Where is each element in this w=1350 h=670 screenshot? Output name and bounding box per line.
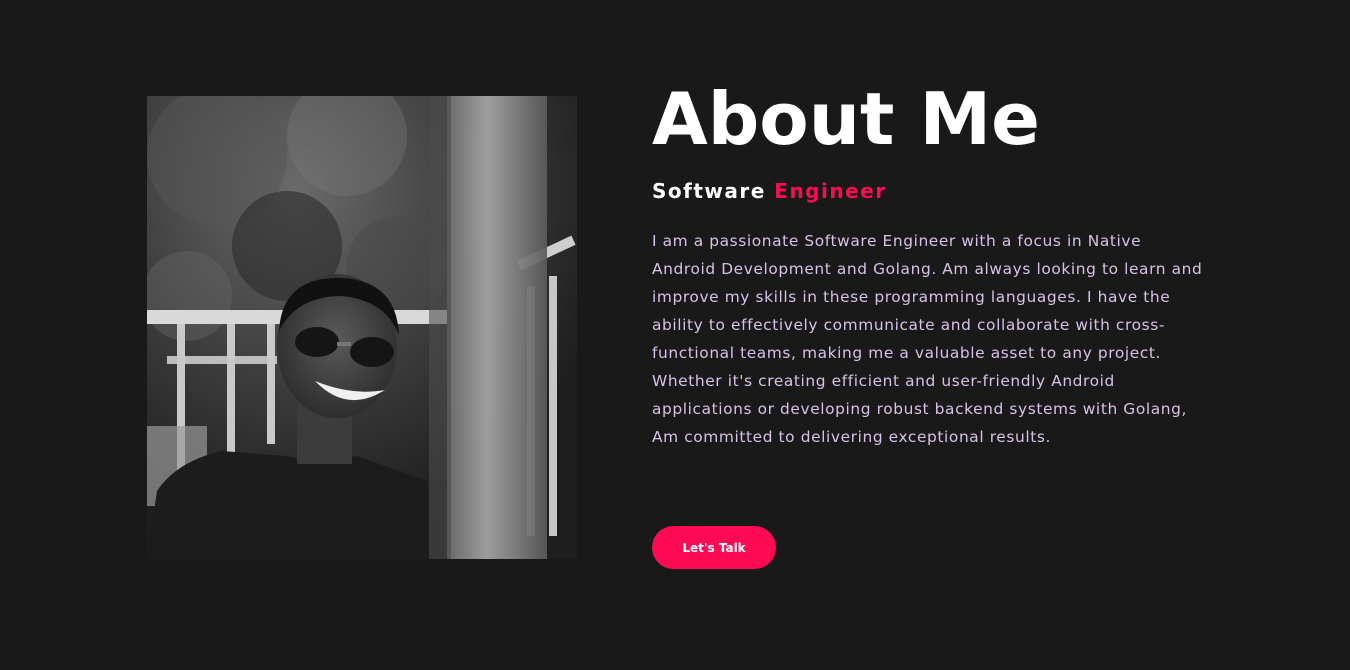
role-subtitle-main: Software bbox=[652, 179, 766, 203]
about-section: About Me Software Engineer I am a passio… bbox=[0, 0, 1350, 670]
profile-photo bbox=[147, 96, 577, 559]
bio-paragraph: I am a passionate Software Engineer with… bbox=[652, 232, 1203, 446]
role-subtitle-accent: Engineer bbox=[774, 179, 887, 203]
role-subtitle: Software Engineer bbox=[652, 178, 1212, 204]
page-title: About Me bbox=[652, 77, 1040, 161]
lets-talk-button[interactable]: Let's Talk bbox=[652, 526, 776, 569]
about-content: About Me Software Engineer I am a passio… bbox=[652, 74, 1212, 451]
